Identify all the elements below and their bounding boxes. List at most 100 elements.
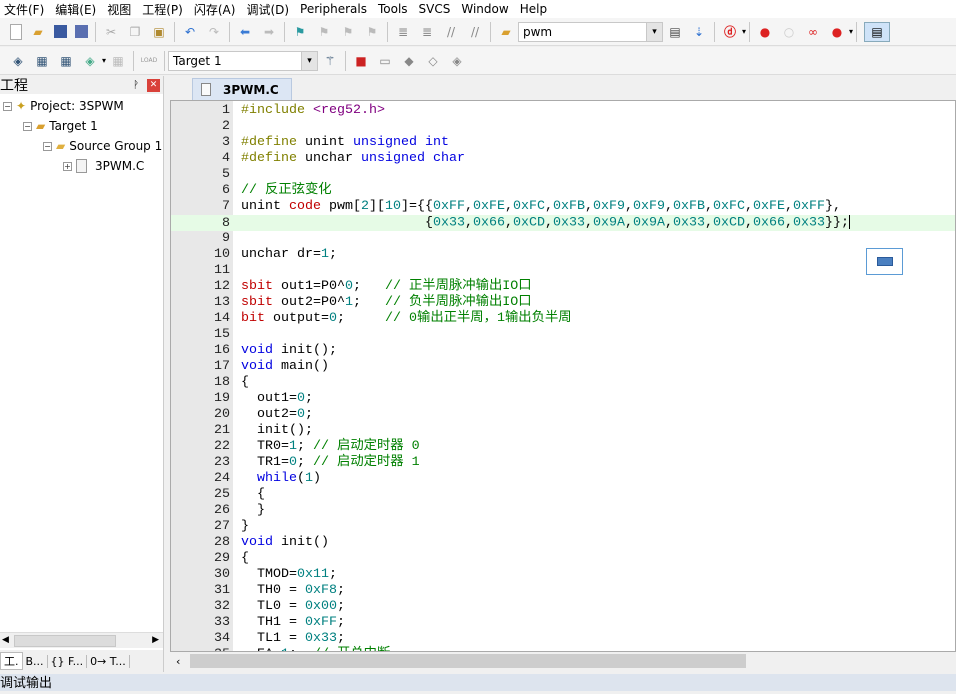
code-line[interactable]: 8 {0x33,0x66,0xCD,0x33,0x9A,0x9A,0x33,0x… (171, 215, 955, 231)
menu-window[interactable]: Window (457, 2, 515, 16)
manage-rte-icon[interactable]: ◆ (401, 53, 417, 69)
kill-breakpoints-icon[interactable]: ● (829, 24, 845, 40)
code-line[interactable]: 32 TL0 = 0x00; (171, 599, 955, 615)
build-icon[interactable]: ▦ (34, 53, 50, 69)
tree-item-project[interactable]: − ✦ Project: 3SPWM (3, 97, 124, 115)
batch-build-icon[interactable]: ◈ (82, 53, 98, 69)
cut-icon[interactable]: ✂ (103, 24, 119, 40)
menu-view[interactable]: 视图 (103, 1, 138, 18)
menu-flash[interactable]: 闪存(A) (190, 1, 243, 18)
menu-debug[interactable]: 调试(D) (242, 1, 296, 18)
editor-horizontal-scrollbar[interactable]: ‹ (170, 652, 956, 670)
find-combo[interactable]: pwm ▾ (518, 21, 663, 42)
code-line[interactable]: 25 { (171, 487, 955, 503)
prev-bookmark-icon[interactable]: ⚑ (316, 24, 332, 40)
scroll-thumb[interactable] (190, 654, 746, 668)
save-all-icon[interactable] (75, 25, 88, 38)
menu-peripherals[interactable]: Peripherals (296, 2, 374, 16)
target-select[interactable]: Target 1 ▾ (168, 50, 319, 71)
undo-icon[interactable]: ↶ (182, 24, 198, 40)
code-line[interactable]: 28 void init() (171, 535, 955, 551)
scroll-thumb[interactable] (14, 635, 116, 647)
code-line[interactable]: 23 TR1=0; // 启动定时器 1 (171, 455, 955, 471)
code-line[interactable]: 20 out2=0; (171, 407, 955, 423)
code-line[interactable]: 17 void main() (171, 359, 955, 375)
code-line[interactable]: 16 void init(); (171, 343, 955, 359)
disable-breakpoint-icon[interactable]: ○ (781, 24, 797, 40)
code-line[interactable]: 4 #define unchar unsigned char (171, 151, 955, 167)
navigate-forward-icon[interactable]: ➡ (261, 24, 277, 40)
incremental-find-icon[interactable]: ⇣ (691, 24, 707, 40)
project-horizontal-scrollbar[interactable]: ◀ ▶ (0, 632, 163, 648)
next-bookmark-icon[interactable]: ⚑ (340, 24, 356, 40)
chevron-down-icon[interactable]: ▾ (646, 22, 662, 41)
debug-session-icon[interactable]: ⓓ (722, 24, 738, 40)
code-line[interactable]: 30 TMOD=0x11; (171, 567, 955, 583)
code-editor[interactable]: 1 #include <reg52.h> 2 3 #define unint un… (170, 100, 956, 652)
bookmark-icon[interactable]: ⚑ (292, 24, 308, 40)
scroll-left-icon[interactable]: ◀ (2, 635, 9, 645)
code-line[interactable]: 7 unint code pwm[2][10]={{0xFF,0xFE,0xFC… (171, 199, 955, 215)
unindent-icon[interactable]: ≣ (419, 24, 435, 40)
window-layout-icon[interactable]: ▤ (864, 21, 891, 42)
code-line[interactable]: 22 TR0=1; // 启动定时器 0 (171, 439, 955, 455)
new-file-icon[interactable] (10, 23, 22, 40)
code-line[interactable]: 6 // 反正弦变化 (171, 183, 955, 199)
tab-project[interactable]: 工. (0, 652, 23, 670)
code-line[interactable]: 11 (171, 263, 955, 279)
pack-installer-icon[interactable]: ◇ (425, 53, 441, 69)
menu-svcs[interactable]: SVCS (415, 2, 458, 16)
target-options-icon[interactable]: ⚚ (322, 53, 338, 69)
clear-bookmarks-icon[interactable]: ⚑ (364, 24, 380, 40)
save-icon[interactable] (54, 25, 67, 38)
tab-functions[interactable]: {} F... (48, 654, 88, 668)
code-line[interactable]: 9 (171, 231, 955, 247)
keyboard-icon[interactable] (866, 248, 903, 275)
code-line[interactable]: 29 { (171, 551, 955, 567)
tree-item-target[interactable]: − ▰ Target 1 (23, 117, 98, 135)
collapse-icon[interactable]: − (43, 141, 52, 151)
open-folder-icon[interactable]: ▰ (30, 24, 46, 40)
code-line[interactable]: 24 while(1) (171, 471, 955, 487)
navigate-back-icon[interactable]: ⬅ (237, 24, 253, 40)
indent-icon[interactable]: ≣ (395, 24, 411, 40)
scroll-left-icon[interactable]: ‹ (176, 655, 180, 668)
code-line[interactable]: 33 TH1 = 0xFF; (171, 615, 955, 631)
menu-tools[interactable]: Tools (374, 2, 415, 16)
manage-project-items-icon[interactable]: ■ (353, 53, 369, 69)
code-line[interactable]: 26 } (171, 503, 955, 519)
pin-icon[interactable]: ᚹ (133, 80, 139, 91)
code-line[interactable]: 27 } (171, 519, 955, 535)
menu-file[interactable]: 文件(F) (0, 1, 51, 18)
chevron-down-icon[interactable]: ▾ (742, 27, 746, 36)
download-icon[interactable]: LOAD (141, 53, 157, 69)
chevron-down-icon[interactable]: ▾ (849, 27, 853, 36)
tab-books[interactable]: B... (23, 654, 48, 668)
code-line[interactable]: 12 sbit out1=P0^0; // 正半周脉冲输出IO口 (171, 279, 955, 295)
tree-item-source-group[interactable]: − ▰ Source Group 1 (43, 137, 162, 155)
collapse-icon[interactable]: − (3, 101, 12, 111)
copy-icon[interactable]: ❐ (127, 24, 143, 40)
rebuild-icon[interactable]: ▦ (58, 53, 74, 69)
code-line[interactable]: 19 out1=0; (171, 391, 955, 407)
uncomment-icon[interactable]: // (467, 24, 483, 40)
code-line[interactable]: 14 bit output=0; // 0输出正半周，1输出负半周 (171, 311, 955, 327)
disable-all-breakpoints-icon[interactable]: ∞ (805, 24, 821, 40)
code-line[interactable]: 1 #include <reg52.h> (171, 103, 955, 119)
chevron-down-icon[interactable]: ▾ (102, 56, 106, 65)
menu-help[interactable]: Help (516, 2, 554, 16)
menu-project[interactable]: 工程(P) (138, 1, 190, 18)
expand-icon[interactable]: + (63, 161, 72, 171)
tree-item-file[interactable]: +3PWM.C (63, 157, 144, 175)
code-line[interactable]: 13 sbit out2=P0^1; // 负半周脉冲输出IO口 (171, 295, 955, 311)
multi-project-icon[interactable]: ◈ (449, 53, 465, 69)
code-line[interactable]: 3 #define unint unsigned int (171, 135, 955, 151)
select-packs-icon[interactable]: ▭ (377, 53, 393, 69)
code-line[interactable]: 2 (171, 119, 955, 135)
translate-icon[interactable]: ◈ (10, 53, 26, 69)
scroll-right-icon[interactable]: ▶ (152, 635, 159, 645)
find-icon[interactable]: ▤ (667, 24, 683, 40)
menu-edit[interactable]: 编辑(E) (51, 1, 103, 18)
close-icon[interactable]: ✕ (147, 78, 160, 92)
stop-build-icon[interactable]: ▦ (110, 53, 126, 69)
